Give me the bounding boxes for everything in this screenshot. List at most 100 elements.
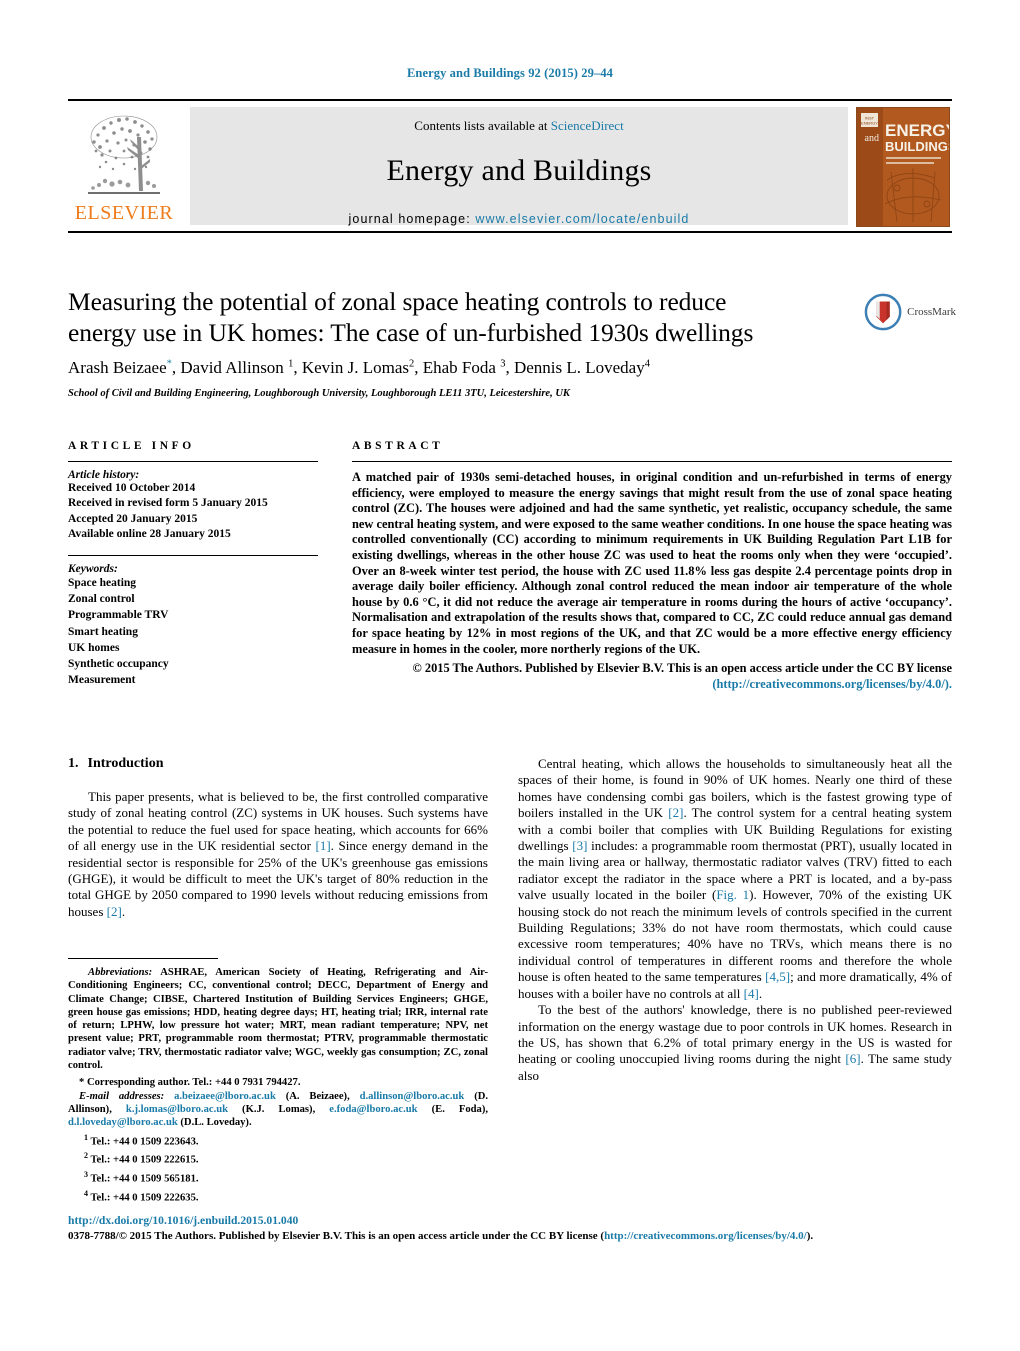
corresponding-author-note: * Corresponding author. Tel.: +44 0 7931… bbox=[79, 1077, 301, 1089]
citation-ref[interactable]: [3] bbox=[572, 838, 587, 853]
email-link[interactable]: d.allinson@lboro.ac.uk bbox=[360, 1091, 465, 1102]
abstract-column: ABSTRACT A matched pair of 1930s semi-de… bbox=[352, 440, 952, 692]
keyword-item: UK homes bbox=[68, 641, 120, 654]
keyword-item: Programmable TRV bbox=[68, 609, 169, 622]
article-info-rule bbox=[68, 461, 318, 462]
email-link[interactable]: d.l.loveday@lboro.ac.uk bbox=[68, 1117, 178, 1128]
keywords-rule bbox=[68, 554, 318, 556]
contents-prefix: Contents lists available at bbox=[414, 118, 551, 133]
citation-ref[interactable]: [2] bbox=[668, 805, 683, 820]
tel-marker: 1 bbox=[84, 1132, 88, 1142]
footer-license-link[interactable]: http://creativecommons.org/licenses/by/4… bbox=[604, 1230, 807, 1242]
svg-text:and: and bbox=[865, 133, 879, 144]
sciencedirect-link[interactable]: ScienceDirect bbox=[551, 118, 624, 133]
section-heading-introduction: 1. Introduction bbox=[68, 756, 488, 772]
crossmark-label: CrossMark bbox=[907, 306, 956, 318]
tel-marker: 3 bbox=[84, 1170, 88, 1180]
journal-band: Contents lists available at ScienceDirec… bbox=[190, 107, 848, 226]
footnote-separator bbox=[68, 958, 218, 959]
affiliation: School of Civil and Building Engineering… bbox=[68, 388, 570, 399]
keyword-item: Zonal control bbox=[68, 592, 135, 605]
elsevier-tree-logo bbox=[88, 115, 160, 194]
issn-copyright-line: 0378-7788/© 2015 The Authors. Published … bbox=[68, 1230, 952, 1242]
history-item: Accepted 20 January 2015 bbox=[68, 512, 198, 525]
tel-marker: 4 bbox=[84, 1189, 88, 1199]
keyword-item: Measurement bbox=[68, 674, 136, 687]
section-number: 1. bbox=[68, 756, 79, 771]
article-history-list: Received 10 October 2014 Received in rev… bbox=[68, 481, 318, 543]
article-info-column: ARTICLE INFO Article history: Received 1… bbox=[68, 440, 318, 689]
abstract-rule bbox=[352, 461, 952, 462]
body-column-right: . Since energy demand in the residential… bbox=[518, 756, 952, 1084]
cc-license-link[interactable]: (http://creativecommons.org/licenses/by/… bbox=[712, 677, 952, 691]
email-person: (K.J. Lomas) bbox=[242, 1103, 313, 1115]
issn-copyright-text: 0378-7788/© 2015 The Authors. Published … bbox=[68, 1230, 605, 1242]
journal-cover-art: INST ENERGY and ENERGY BUILDINGS bbox=[857, 108, 949, 226]
doi-link[interactable]: http://dx.doi.org/10.1016/j.enbuild.2015… bbox=[68, 1214, 298, 1227]
email-link[interactable]: k.j.lomas@lboro.ac.uk bbox=[126, 1104, 228, 1115]
tel-note: 1 Tel.: +44 0 1509 223643. bbox=[68, 1131, 488, 1149]
tel-note: 2 Tel.: +44 0 1509 222615. bbox=[68, 1149, 488, 1167]
citation-ref[interactable]: [6] bbox=[845, 1051, 860, 1066]
elsevier-logo-block: ELSEVIER bbox=[68, 101, 180, 231]
tel-text: Tel.: +44 0 1509 223643. bbox=[90, 1136, 199, 1148]
intro-paragraph-1: This paper presents, what is believed to… bbox=[68, 789, 488, 920]
history-item: Received 10 October 2014 bbox=[68, 482, 196, 494]
keyword-item: Space heating bbox=[68, 576, 137, 589]
tel-text: Tel.: +44 0 1509 222635. bbox=[90, 1192, 199, 1204]
svg-text:BUILDINGS: BUILDINGS bbox=[885, 139, 949, 154]
paper-page: Energy and Buildings 92 (2015) 29–44 ELS… bbox=[0, 0, 1020, 1351]
copyright-text: © 2015 The Authors. Published by Elsevie… bbox=[412, 661, 952, 676]
elsevier-wordmark: ELSEVIER bbox=[74, 202, 174, 224]
footer-tail: ). bbox=[806, 1230, 814, 1242]
citation-ref[interactable]: [4,5] bbox=[765, 969, 790, 984]
tel-note: 4 Tel.: +44 0 1509 222635. bbox=[68, 1187, 488, 1205]
abstract-text: A matched pair of 1930s semi-detached ho… bbox=[352, 470, 952, 656]
tel-text: Tel.: +44 0 1509 222615. bbox=[90, 1154, 199, 1166]
para2-text-f: . bbox=[758, 985, 763, 1001]
crossmark-icon bbox=[864, 293, 902, 331]
intro-paragraph-2: Central heating, which allows the househ… bbox=[518, 756, 952, 1002]
para1-text-c: . bbox=[121, 903, 126, 919]
email-person: (A. Beizaee) bbox=[285, 1090, 348, 1102]
abbreviations-text: ASHRAE, American Society of Heating, Ref… bbox=[68, 967, 488, 1072]
figure-ref[interactable]: Fig. 1 bbox=[716, 887, 749, 902]
crossmark-badge[interactable]: CrossMark bbox=[864, 288, 956, 336]
abbreviations-label: Abbreviations: bbox=[88, 967, 153, 978]
citation-ref[interactable]: [4] bbox=[744, 986, 759, 1001]
email-link[interactable]: a.beizaee@lboro.ac.uk bbox=[174, 1091, 276, 1102]
author-list: Arash Beizaee*, David Allinson 1, Kevin … bbox=[68, 358, 650, 377]
abstract-heading: ABSTRACT bbox=[352, 440, 444, 452]
keywords-list: Space heating Zonal control Programmable… bbox=[68, 575, 318, 689]
tel-marker: 2 bbox=[84, 1151, 88, 1161]
article-history-label: Article history: bbox=[68, 469, 140, 481]
citation-ref[interactable]: [2] bbox=[107, 904, 122, 919]
keywords-label: Keywords: bbox=[68, 562, 118, 575]
homepage-label: journal homepage: bbox=[348, 212, 471, 226]
running-head: Energy and Buildings 92 (2015) 29–44 bbox=[406, 66, 614, 80]
abstract-copyright: © 2015 The Authors. Published by Elsevie… bbox=[352, 661, 952, 692]
history-item: Available online 28 January 2015 bbox=[68, 528, 231, 541]
keyword-item: Smart heating bbox=[68, 625, 138, 638]
contents-available-line: Contents lists available at ScienceDirec… bbox=[190, 107, 848, 134]
citation-ref[interactable]: [1] bbox=[316, 838, 331, 853]
keyword-item: Synthetic occupancy bbox=[68, 658, 169, 671]
email-addresses-note: E-mail addresses: a.beizaee@lboro.ac.uk … bbox=[68, 1090, 489, 1129]
footnote-block: Abbreviations: ASHRAE, American Society … bbox=[68, 966, 488, 1205]
journal-masthead: ELSEVIER Contents lists available at Sci… bbox=[68, 99, 952, 233]
svg-text:ENERGY: ENERGY bbox=[885, 121, 949, 140]
page-title: Measuring the potential of zonal space h… bbox=[68, 287, 754, 347]
journal-cover-block: INST ENERGY and ENERGY BUILDINGS bbox=[856, 101, 952, 231]
journal-cover-thumbnail: INST ENERGY and ENERGY BUILDINGS bbox=[856, 107, 950, 227]
journal-title: Energy and Buildings bbox=[386, 154, 652, 187]
journal-homepage-line: journal homepage: www.elsevier.com/locat… bbox=[190, 212, 848, 226]
intro-paragraph-3: To the best of the authors' knowledge, t… bbox=[518, 1002, 952, 1084]
homepage-url-link[interactable]: www.elsevier.com/locate/enbuild bbox=[475, 212, 689, 226]
email-person: (E. Foda) bbox=[431, 1103, 486, 1115]
email-link[interactable]: e.foda@lboro.ac.uk bbox=[329, 1104, 417, 1115]
body-column-left: 1. Introduction This paper presents, what… bbox=[68, 756, 488, 920]
section-title: Introduction bbox=[87, 756, 164, 771]
email-addresses-label: E-mail addresses: bbox=[79, 1090, 165, 1102]
history-item: Received in revised form 5 January 2015 bbox=[68, 497, 268, 510]
email-person: (D.L. Loveday) bbox=[180, 1117, 249, 1129]
